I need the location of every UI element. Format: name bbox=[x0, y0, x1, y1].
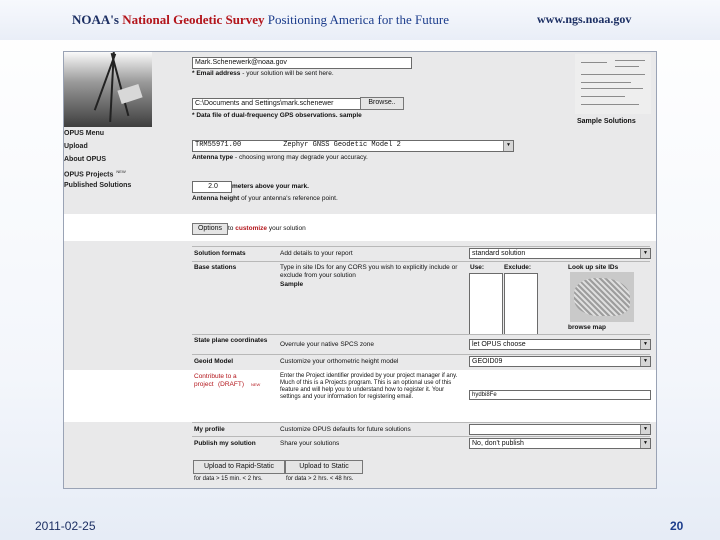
file-path-field[interactable]: C:\Documents and Settings\mark.schenewer bbox=[192, 98, 362, 110]
geoid-model-select[interactable]: GEOID09 ▼ bbox=[469, 356, 651, 367]
geoid-model-label: Geoid Model bbox=[194, 358, 233, 365]
nav-opus-projects[interactable]: OPUS Projects NEW bbox=[64, 169, 150, 178]
nav-opus-menu[interactable]: OPUS Menu bbox=[64, 130, 150, 137]
use-label: Use: bbox=[470, 264, 485, 271]
slide-date: 2011-02-25 bbox=[35, 519, 96, 533]
header-org: NOAA's bbox=[72, 12, 119, 27]
browse-button[interactable]: Browse.. bbox=[360, 97, 404, 110]
browse-map-link[interactable]: browse map bbox=[568, 324, 606, 332]
contribute-new-badge: NEW bbox=[251, 382, 261, 387]
state-plane-label: State plane coordinates bbox=[194, 337, 268, 344]
antenna-type-select[interactable]: TRM55971.00 Zephyr GNSS Geodetic Model 2… bbox=[192, 140, 514, 152]
my-profile-desc: Customize OPUS defaults for future solut… bbox=[280, 426, 411, 433]
publish-desc: Share your solutions bbox=[280, 440, 340, 447]
solution-formats-label: Solution formats bbox=[194, 250, 246, 257]
options-band bbox=[64, 214, 656, 241]
sample-solutions-label[interactable]: Sample Solutions bbox=[577, 118, 636, 125]
chevron-down-icon: ▼ bbox=[640, 425, 650, 434]
nav-opus-projects-label: OPUS Projects bbox=[64, 171, 114, 179]
file-note: * Data file of dual-frequency GPS observ… bbox=[192, 112, 362, 119]
static-note: for data > 2 hrs. < 48 hrs. bbox=[286, 476, 354, 482]
rapid-static-note: for data > 15 min. < 2 hrs. bbox=[194, 476, 263, 482]
height-note: Antenna height of your antenna's referen… bbox=[192, 195, 338, 202]
antenna-height-field[interactable]: 2.0 bbox=[192, 181, 232, 193]
project-id-input[interactable]: hydbi8Fe bbox=[469, 390, 651, 400]
geoid-model-desc: Customize your orthometric height model bbox=[280, 358, 399, 365]
opus-screenshot: OPUS Menu Upload About OPUS OPUS Project… bbox=[63, 51, 657, 489]
email-field[interactable]: Mark.Schenewerk@noaa.gov bbox=[192, 57, 412, 69]
new-badge: NEW bbox=[116, 169, 126, 174]
nav-published-solutions[interactable]: Published Solutions bbox=[64, 182, 150, 189]
header-bar: NOAA's National Geodetic Survey Position… bbox=[0, 0, 720, 40]
chevron-down-icon: ▼ bbox=[640, 439, 650, 448]
email-note: * Email address - your solution will be … bbox=[192, 70, 334, 77]
nav-upload[interactable]: Upload bbox=[64, 143, 150, 150]
slide-page-number: 20 bbox=[670, 519, 684, 533]
state-plane-desc: Overrule your native SPCS zone bbox=[280, 341, 374, 348]
options-text: to customize your solution bbox=[228, 225, 306, 232]
publish-select[interactable]: No, don't publish ▼ bbox=[469, 438, 651, 449]
site-map-thumbnail[interactable] bbox=[570, 272, 634, 322]
chevron-down-icon: ▼ bbox=[640, 249, 650, 258]
upload-static-button[interactable]: Upload to Static bbox=[285, 460, 363, 474]
antenna-note: Antenna type - choosing wrong may degrad… bbox=[192, 154, 368, 161]
sample-link[interactable]: sample bbox=[339, 112, 361, 119]
gps-antenna-photo bbox=[64, 52, 152, 127]
solution-formats-select[interactable]: standard solution ▼ bbox=[469, 248, 651, 259]
header-agency: National Geodetic Survey bbox=[122, 12, 265, 27]
my-profile-label: My profile bbox=[194, 426, 225, 433]
contribute-desc: Enter the Project identifier provided by… bbox=[280, 373, 458, 400]
exclude-label: Exclude: bbox=[504, 264, 532, 271]
header-tagline: Positioning America for the Future bbox=[267, 12, 449, 27]
options-button[interactable]: Options bbox=[192, 223, 228, 235]
base-stations-sample-link[interactable]: Sample bbox=[280, 281, 303, 289]
chevron-down-icon: ▼ bbox=[640, 357, 650, 366]
base-stations-label: Base stations bbox=[194, 264, 237, 271]
contribute-draft: (DRAFT) bbox=[218, 381, 244, 388]
use-stations-input[interactable] bbox=[469, 273, 503, 335]
header-brand: NOAA's National Geodetic Survey Position… bbox=[72, 12, 449, 28]
height-unit-label: meters above your mark. bbox=[232, 183, 309, 190]
lookup-site-ids-label: Look up site IDs bbox=[568, 264, 619, 271]
sample-solutions-thumbnail[interactable] bbox=[575, 54, 651, 114]
antenna-type-value: TRM55971.00 Zephyr GNSS Geodetic Model 2 bbox=[195, 141, 401, 149]
nav-about-opus[interactable]: About OPUS bbox=[64, 156, 150, 163]
my-profile-select[interactable]: ▼ bbox=[469, 424, 651, 435]
chevron-down-icon: ▼ bbox=[503, 141, 513, 151]
upload-rapid-static-button[interactable]: Upload to Rapid-Static bbox=[193, 460, 285, 474]
publish-label: Publish my solution bbox=[194, 440, 256, 447]
chevron-down-icon: ▼ bbox=[640, 340, 650, 349]
base-stations-desc: Type in site IDs for any CORS you wish t… bbox=[280, 264, 458, 279]
header-url: www.ngs.noaa.gov bbox=[537, 12, 632, 26]
solution-formats-desc: Add details to your report bbox=[280, 250, 353, 257]
exclude-stations-input[interactable] bbox=[504, 273, 538, 335]
customize-link[interactable]: customize bbox=[235, 225, 267, 232]
state-plane-select[interactable]: let OPUS choose ▼ bbox=[469, 339, 651, 350]
